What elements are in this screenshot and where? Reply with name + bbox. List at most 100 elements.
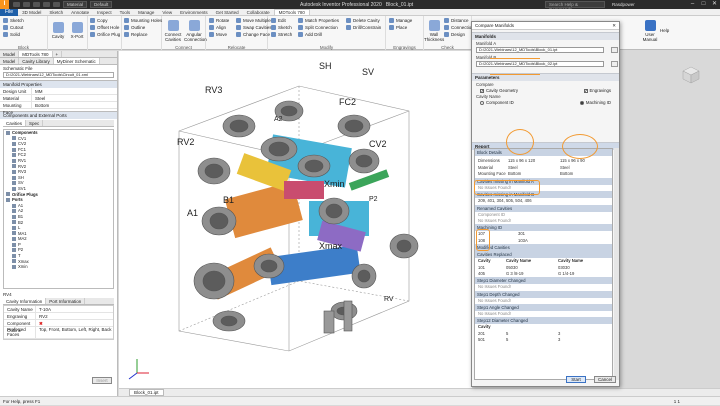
manifold-b-browse-button[interactable]	[611, 61, 618, 67]
view-cube-icon[interactable]	[682, 66, 700, 84]
property-value[interactable]: Bottom	[32, 102, 117, 108]
tab-mdtools[interactable]: MDTools 780	[19, 51, 53, 57]
component-id-radio[interactable]: Component ID	[480, 100, 514, 105]
swap-cavities-button[interactable]: Swap Cavities	[236, 25, 272, 30]
ribbon-tab-sketch[interactable]: Sketch	[45, 10, 67, 15]
modify-sketch-button[interactable]: Sketch	[271, 25, 292, 30]
move-multiple-button[interactable]: Move Multiple	[236, 18, 271, 23]
tab-model[interactable]: Model	[0, 51, 20, 57]
tree-item[interactable]: Xmin	[4, 264, 113, 270]
split-connection-button[interactable]: Split Connection	[298, 25, 338, 30]
ribbon-cutout[interactable]: Cutout	[3, 25, 23, 30]
match-properties-button[interactable]: Match Properties	[298, 18, 339, 23]
place-button[interactable]: Place	[389, 25, 407, 30]
tab-cavities[interactable]: Cavities	[3, 120, 27, 126]
ribbon-tab-view[interactable]: View	[158, 10, 176, 15]
orifice-plug-button[interactable]: Orifice Plug	[90, 32, 120, 37]
graphics-viewport[interactable]: SH SV RV3 RV2 FC2 CV2 A1 B1 Xmin Xmax RV…	[119, 51, 472, 388]
align-button[interactable]: Align	[209, 25, 226, 30]
minimize-button[interactable]: –	[687, 0, 698, 9]
info-row: Component Outline ✖	[4, 320, 113, 333]
user-manual-button[interactable]: User Manual	[640, 20, 660, 42]
info-value[interactable]: ✖	[36, 320, 113, 326]
redo-icon[interactable]	[53, 2, 60, 7]
appearance-combo[interactable]: Default	[90, 1, 113, 8]
drill-constrain-button[interactable]: Drill/Constrain	[346, 25, 381, 30]
undo-icon[interactable]	[43, 2, 50, 7]
connection-button[interactable]: Connection	[444, 25, 474, 30]
tab-port-information[interactable]: Port Information	[46, 298, 86, 304]
components-tree[interactable]: Components CV1 CV2 FC1 FC2 RV1 RV2 RV3 SH SV SV1 Or…	[3, 129, 114, 289]
manifold-b-field[interactable]: D:\2021-Webinars\12_MDTools\Block_02.ipt	[476, 61, 604, 67]
ribbon-tab-file[interactable]: File	[0, 8, 19, 16]
tab-spec[interactable]: Spec	[26, 120, 44, 126]
ribbon-solid[interactable]: Solid	[3, 32, 20, 37]
subtab-cavity-library[interactable]: Cavity Library	[19, 58, 54, 64]
manifold-a-field[interactable]: D:\2021-Webinars\12_MDTools\Block_01.ipt	[476, 47, 604, 53]
component-icon	[12, 175, 16, 180]
distance-button[interactable]: Distance	[444, 18, 469, 23]
close-button[interactable]: ✕	[709, 0, 720, 9]
stretch-button[interactable]: Stretch	[271, 32, 292, 37]
ribbon-tab-get-started[interactable]: Get Started	[212, 10, 243, 15]
user-account[interactable]: Rasdpower	[612, 2, 635, 7]
ribbon-sketch[interactable]: Sketch	[3, 18, 24, 23]
property-value[interactable]: Steel	[32, 95, 117, 101]
cavity-geometry-checkbox[interactable]: ✓ Cavity Geometry	[480, 88, 518, 93]
manifold-a-browse-button[interactable]	[611, 47, 618, 53]
tab-cavity-information[interactable]: Cavity Information	[3, 298, 47, 304]
info-value[interactable]: Top, Front, Bottom, Left, Right, Back	[36, 327, 113, 338]
outline-button[interactable]: Outline	[124, 25, 145, 30]
wall-thickness-button[interactable]: Wall Thickness	[424, 20, 444, 42]
cancel-button[interactable]: Cancel	[594, 376, 616, 383]
ribbon-tab-manage[interactable]: Manage	[134, 10, 158, 15]
dialog-close-button[interactable]: ✕	[612, 22, 616, 30]
report-scrollbar[interactable]	[614, 148, 619, 380]
maximize-button[interactable]: □	[698, 0, 709, 9]
angular-connection-button[interactable]: Angular Connection	[184, 20, 207, 42]
manage-button[interactable]: Manage	[389, 18, 412, 23]
cavity-button[interactable]: Cavity	[48, 22, 68, 39]
property-value[interactable]: MM	[32, 88, 117, 94]
engravings-checkbox[interactable]: ✓ Engravings	[583, 88, 611, 93]
rotate-button[interactable]: Rotate	[209, 18, 229, 23]
tab-add[interactable]: +	[53, 51, 63, 57]
design-button[interactable]: Design	[444, 32, 465, 37]
ribbon-tab-inspect[interactable]: Inspect	[93, 10, 116, 15]
document-tab-block01[interactable]: Block_01.ipt	[129, 389, 164, 396]
ribbon-tab-annotate[interactable]: Annotate	[67, 10, 93, 15]
add-drill-button[interactable]: Add Drill	[298, 32, 322, 37]
ribbon-tab-3d-model[interactable]: 3D Model	[18, 10, 45, 15]
start-button[interactable]: Start	[566, 376, 586, 383]
ribbon-tab-tools[interactable]: Tools	[116, 10, 135, 15]
save-icon[interactable]	[33, 2, 40, 7]
mounting-holes-button[interactable]: Mounting Holes	[124, 18, 162, 23]
subtab-model[interactable]: Model	[0, 58, 20, 64]
machining-id-radio[interactable]: Machining ID	[579, 100, 611, 105]
xport-button[interactable]: X-Port	[67, 22, 87, 39]
cavity-group: Cavity X-Port	[48, 16, 88, 50]
ribbon-tab-environments[interactable]: Environments	[176, 10, 212, 15]
manifold-3d-view[interactable]: SH SV RV3 RV2 FC2 CV2 A1 B1 Xmin Xmax RV…	[119, 51, 472, 388]
new-icon[interactable]	[13, 2, 20, 7]
info-value[interactable]: RV2	[36, 313, 113, 319]
edit-button[interactable]: Edit	[271, 18, 286, 23]
insert-button[interactable]: Insert	[92, 377, 112, 384]
connect-cavities-button[interactable]: Connect Cavities	[163, 20, 183, 42]
open-icon[interactable]	[23, 2, 30, 7]
subtab-schematic[interactable]: MyDiner Schematic	[53, 58, 100, 64]
ribbon-tab-mdtools-780[interactable]: MDTools 780	[273, 9, 310, 15]
manifold-properties-header: Manifold Properties	[0, 80, 117, 88]
copy-button[interactable]: Copy	[90, 18, 108, 23]
material-combo[interactable]: Material	[63, 1, 88, 8]
ribbon-tab-collaborate[interactable]: Collaborate	[243, 10, 274, 15]
change-face-button[interactable]: Change Face	[236, 32, 270, 37]
info-value[interactable]: T-10A	[36, 306, 113, 312]
offset-hole-button[interactable]: Offset Hole	[90, 25, 119, 30]
schematic-file-field[interactable]: D:\2021-Webinars\12_MDTools\Circuit_01.x…	[3, 72, 114, 78]
search-input[interactable]: Search Help & Commands...	[545, 1, 605, 12]
replace-button[interactable]: Replace	[124, 32, 148, 37]
help-button[interactable]: Help	[660, 28, 669, 33]
move-button[interactable]: Move	[209, 32, 227, 37]
delete-cavity-button[interactable]: Delete Cavity	[346, 18, 380, 23]
